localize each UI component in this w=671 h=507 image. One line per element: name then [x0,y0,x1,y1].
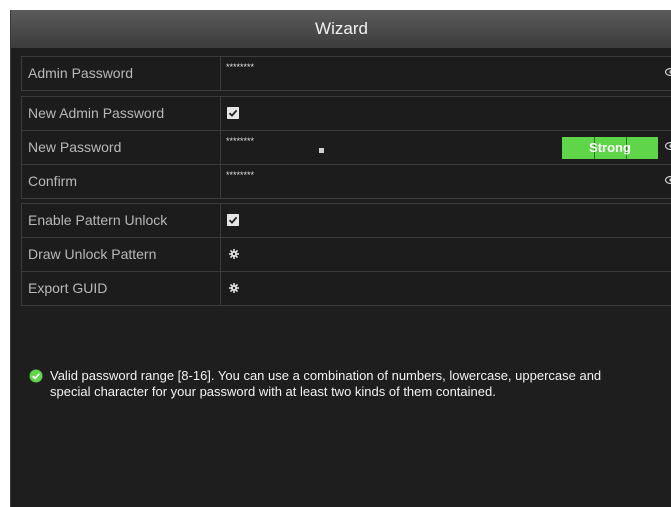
check-circle-icon [29,369,43,383]
draw-unlock-pattern-gear-icon[interactable] [229,249,239,259]
confirm-row: Confirm ******** [22,165,671,198]
show-confirm-password-icon[interactable] [665,176,671,184]
draw-unlock-pattern-row: Draw Unlock Pattern [22,238,671,272]
new-admin-password-row: New Admin Password [22,97,671,131]
export-guid-row: Export GUID [22,272,671,305]
text-cursor-icon [319,148,324,153]
confirm-label: Confirm [28,173,78,189]
enable-pattern-unlock-label: Enable Pattern Unlock [28,212,168,228]
new-password-row: New Password ******** Strong [22,131,671,165]
password-strength-indicator: Strong [562,137,658,159]
admin-password-row: Admin Password ******** [22,57,671,90]
enable-pattern-unlock-row: Enable Pattern Unlock [22,204,671,238]
new-admin-password-label: New Admin Password [28,105,165,121]
admin-password-group: Admin Password ******** [21,56,671,91]
export-guid-label: Export GUID [28,280,108,296]
new-password-value: ******** [226,136,255,146]
new-password-group: New Admin Password New Password ********… [21,96,671,199]
pattern-unlock-group: Enable Pattern Unlock Draw Unlock Patter… [21,203,671,306]
password-strength-label: Strong [589,140,631,155]
new-admin-password-checkbox[interactable] [227,107,239,119]
show-password-icon[interactable] [665,68,671,76]
confirm-password-value: ******** [226,170,255,180]
show-new-password-icon[interactable] [665,142,671,150]
draw-unlock-pattern-label: Draw Unlock Pattern [28,246,157,262]
new-password-label: New Password [28,139,122,155]
password-hint: Valid password range [8-16]. You can use… [29,368,629,400]
wizard-window: Wizard Admin Password ******** New Admin… [10,10,671,507]
admin-password-field[interactable]: ******** [220,57,671,90]
window-title: Wizard [11,10,671,48]
admin-password-value: ******** [226,62,255,72]
new-password-field[interactable]: ******** Strong [220,131,671,164]
admin-password-label: Admin Password [28,65,134,81]
export-guid-gear-icon[interactable] [229,283,239,293]
password-hint-text: Valid password range [8-16]. You can use… [50,368,602,399]
confirm-password-field[interactable]: ******** [220,165,671,198]
enable-pattern-unlock-checkbox[interactable] [227,214,239,226]
